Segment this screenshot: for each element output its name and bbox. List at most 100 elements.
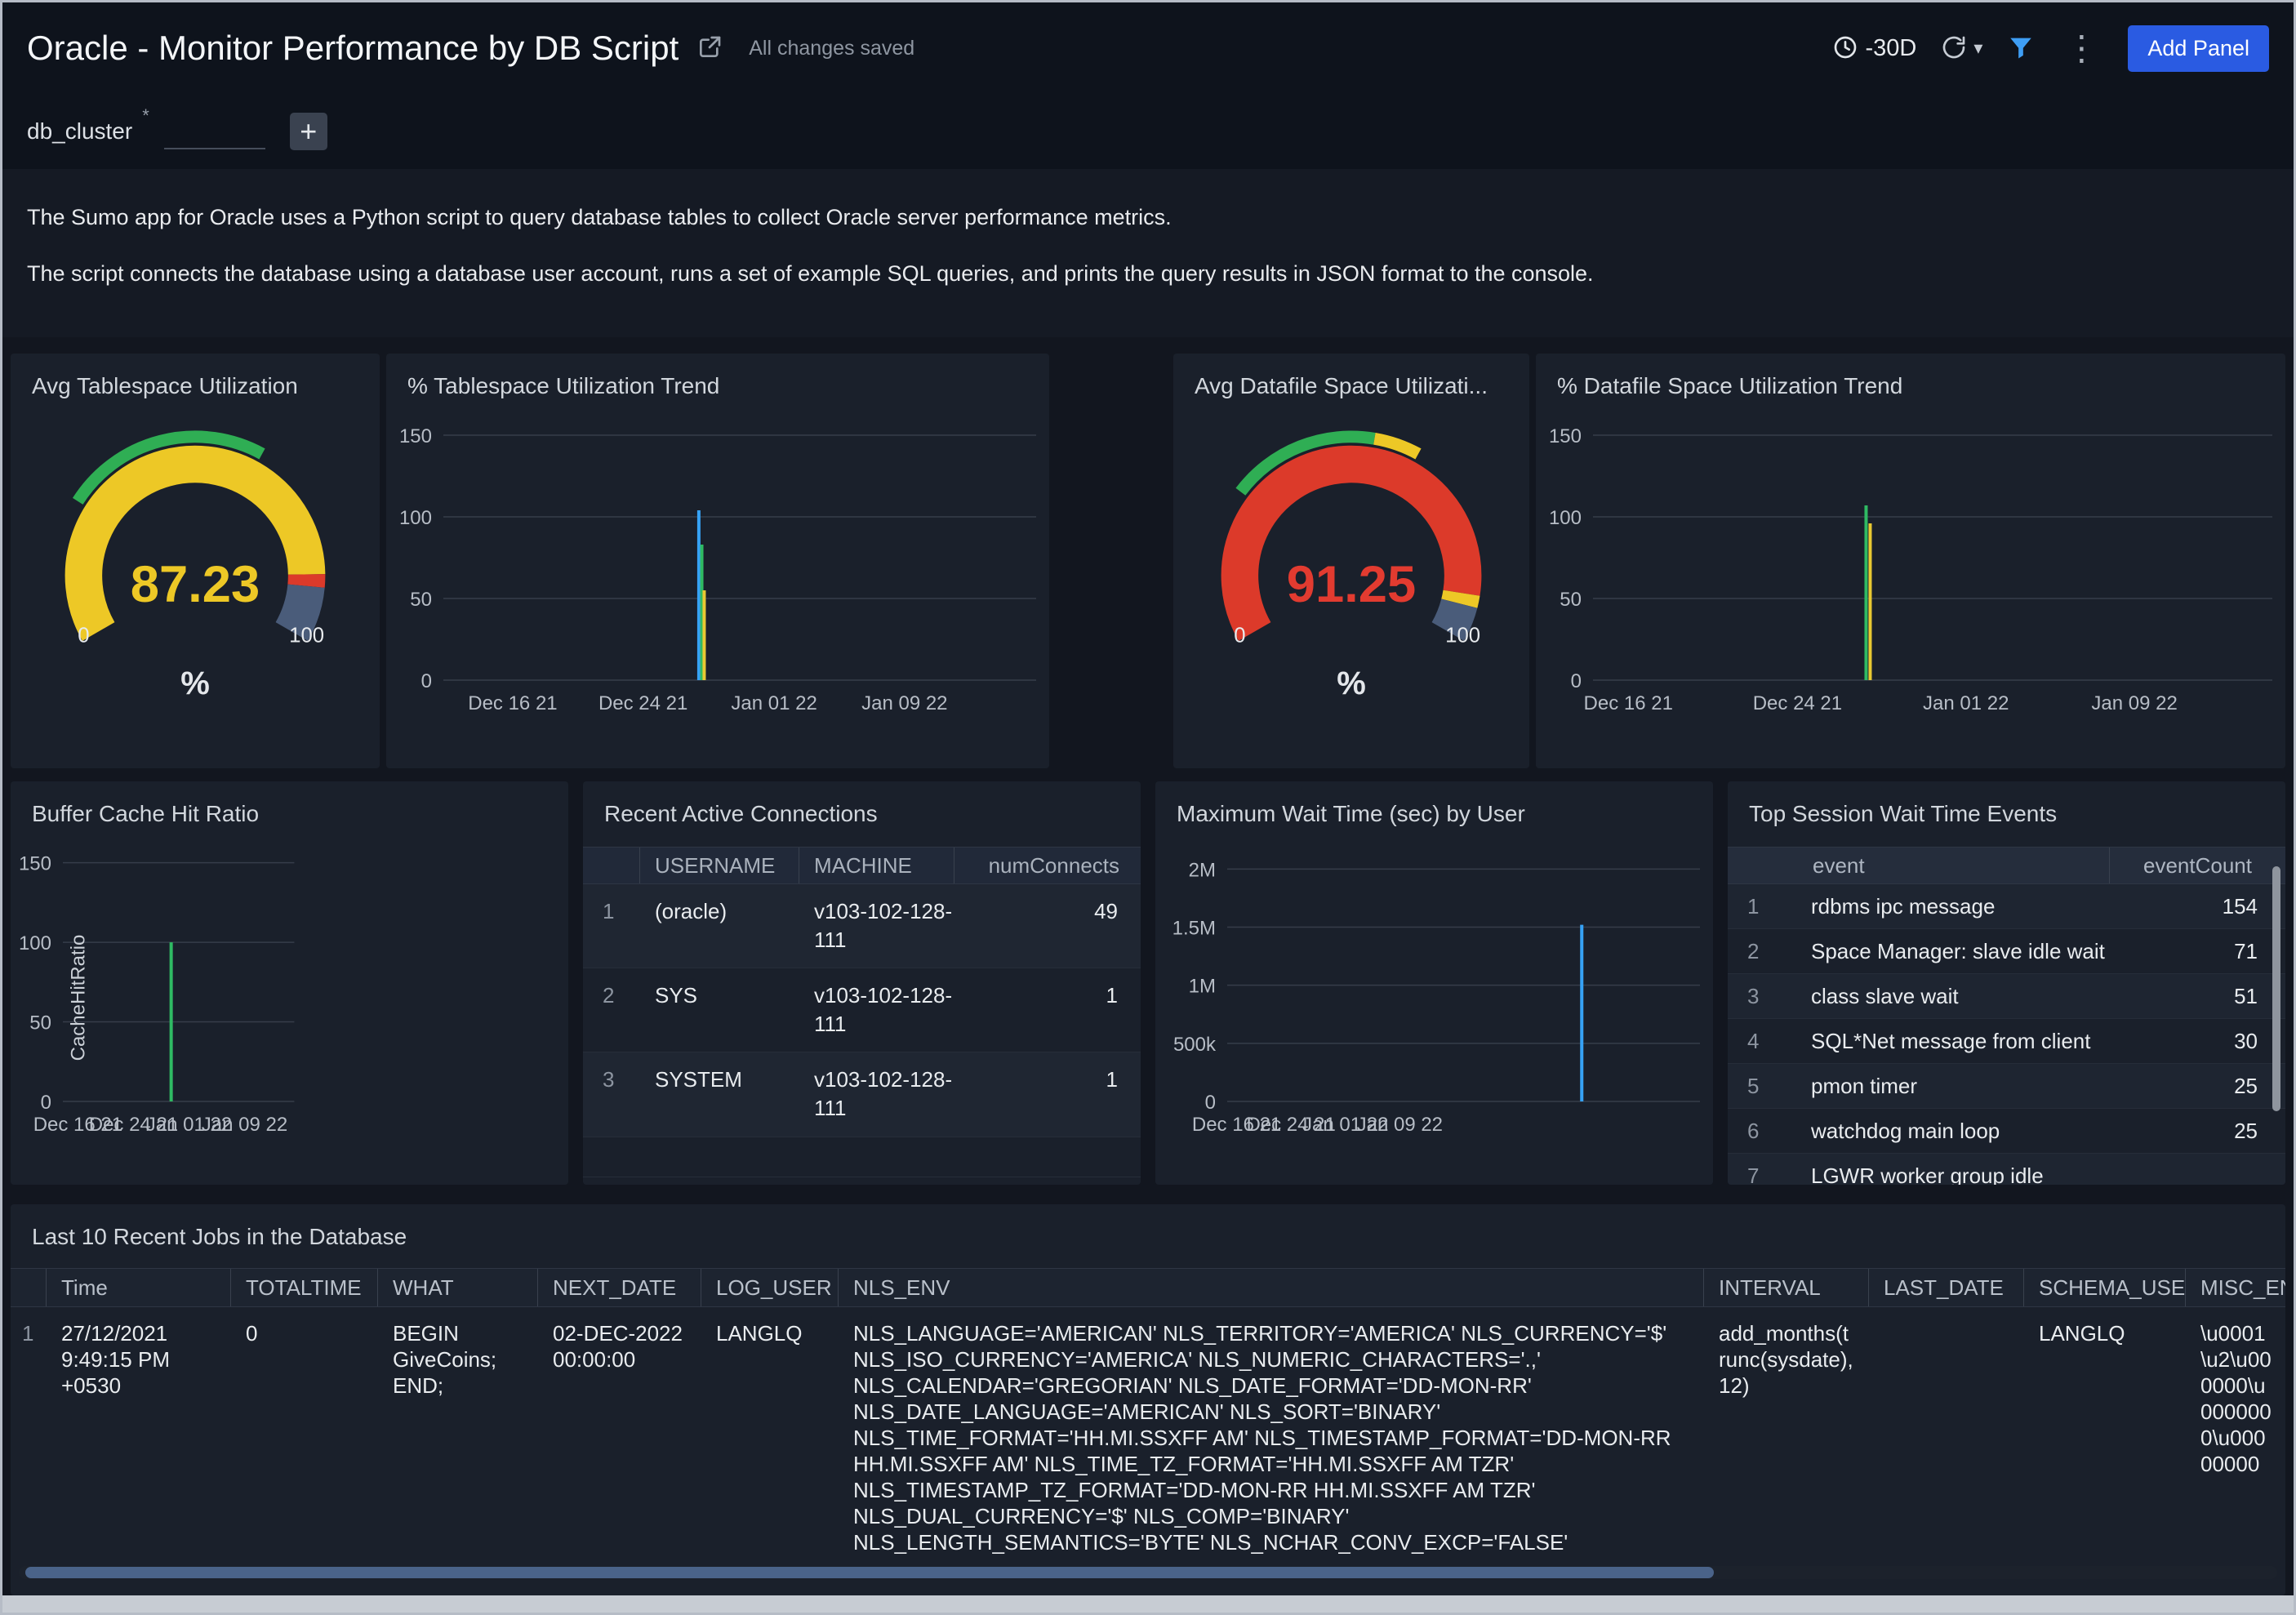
username-cell: SYSTEM	[655, 1067, 742, 1092]
table-header: USERNAME MACHINE numConnects	[583, 847, 1141, 884]
event-cell: Space Manager: slave idle wait	[1811, 939, 2105, 963]
panel-title: Recent Active Connections	[604, 801, 878, 826]
dashboard-window: Oracle - Monitor Performance by DB Scrip…	[0, 0, 2296, 1615]
more-options-kebab-icon[interactable]: ⋮	[2059, 30, 2103, 66]
row-index: 2	[603, 983, 615, 1008]
filter-button[interactable]	[2007, 33, 2035, 64]
username-cell: (oracle)	[655, 899, 728, 923]
svg-text:Dec 16 21: Dec 16 21	[1584, 692, 1673, 714]
last-date-cell	[1869, 1307, 2024, 1555]
table-row: 5 pmon timer 25	[1728, 1064, 2285, 1109]
event-cell: SQL*Net message from client	[1811, 1029, 2091, 1053]
misc-env-cell: \u0001\u2\u000000\u0000000\u00000000	[2200, 1321, 2272, 1476]
jobs-column-header	[11, 1269, 47, 1306]
table-row: 3 SYSTEM v103-102-128-111 1	[583, 1052, 1141, 1137]
gauge-unit-label: %	[1337, 665, 1366, 702]
column-header: MACHINE	[799, 848, 954, 883]
panel-title: Maximum Wait Time (sec) by User	[1177, 801, 1525, 826]
jobs-column-header: WHAT	[378, 1269, 538, 1306]
svg-text:100: 100	[399, 507, 432, 529]
machine-cell: v103-102-128-111	[814, 1067, 953, 1121]
datafile-gauge[interactable]: 0 100 91.25	[1190, 427, 1513, 651]
eventcount-cell: 25	[2234, 1119, 2258, 1143]
tablespace-gauge[interactable]: 0 100 87.23	[33, 427, 357, 651]
row-index: 7	[1747, 1163, 1760, 1185]
row-index: 4	[1747, 1029, 1760, 1053]
panel-last-10-recent-jobs: Last 10 Recent Jobs in the Database Time…	[11, 1204, 2285, 1595]
time-cell: 27/12/2021 9:49:15 PM +0530	[61, 1321, 170, 1398]
tablespace-trend-chart[interactable]: 0 50 100 150 Dec 16 21 Dec 24 21 Jan 01 22 Jan …	[386, 411, 1049, 718]
dashboard-description: The Sumo app for Oracle uses a Python sc…	[2, 169, 2294, 337]
horizontal-scrollbar-track[interactable]	[19, 1566, 2277, 1579]
panel-title: Top Session Wait Time Events	[1749, 801, 2058, 826]
line-chart-svg: 0500k1M1.5M2MDec 16 21Dec 24 21Jan 01 22…	[1172, 859, 1700, 1136]
max-wait-chart[interactable]: 0 500k 1M 1.5M 2M Dec 16 21 Dec 24 21 Jan 01 22…	[1155, 839, 1713, 1139]
column-header: event	[1813, 853, 1865, 878]
horizontal-scrollbar-thumb[interactable]	[25, 1567, 1714, 1578]
row-index: 1	[603, 899, 615, 923]
row-index: 2	[1747, 939, 1760, 963]
jobs-column-header: NEXT_DATE	[538, 1269, 701, 1306]
panel-title: % Datafile Space Utilization Trend	[1557, 373, 1903, 398]
eventcount-cell: 51	[2234, 984, 2258, 1008]
jobs-table: Time TOTALTIME WHAT NEXT_DATE LOG_USER NLS_EN…	[11, 1268, 2285, 1555]
what-cell: BEGIN GiveCoins; END;	[393, 1321, 497, 1398]
table-body: 1 rdbms ipc message 154 2 Space Manager: sla…	[1728, 884, 2285, 1185]
svg-text:Jan 01 22: Jan 01 22	[1923, 692, 2009, 714]
column-header: USERNAME	[640, 848, 799, 883]
share-icon	[696, 34, 723, 63]
svg-text:0: 0	[1234, 624, 1245, 647]
numconnects-cell: 49	[1094, 899, 1118, 923]
machine-cell: v103-102-128-111	[814, 899, 953, 953]
gauge-unit-label: %	[180, 665, 210, 702]
svg-text:Jan 01 22: Jan 01 22	[731, 692, 817, 714]
svg-text:100: 100	[1445, 624, 1480, 647]
eventcount-cell: 154	[2222, 894, 2258, 919]
add-filter-button[interactable]: +	[289, 113, 327, 150]
table-header: Time TOTALTIME WHAT NEXT_DATE LOG_USER NLS_EN…	[11, 1268, 2285, 1307]
event-cell: class slave wait	[1811, 984, 1959, 1008]
description-paragraph: The script connects the database using a…	[27, 261, 1594, 287]
vertical-scrollbar-thumb[interactable]	[2272, 866, 2280, 1111]
panel-recent-active-connections: Recent Active Connections USERNAME MACHI…	[583, 781, 1141, 1185]
jobs-column-header: SCHEMA_USER	[2024, 1269, 2186, 1306]
panel-row-1: Avg Tablespace Utilization 0 100 87.23 % %…	[11, 354, 2285, 768]
eventcount-cell: 71	[2234, 939, 2258, 963]
row-index: 6	[1747, 1119, 1760, 1143]
row-index: 3	[1747, 984, 1760, 1008]
dashboard-header: Oracle - Monitor Performance by DB Scrip…	[2, 2, 2294, 94]
numconnects-cell: 1	[1106, 983, 1118, 1008]
svg-text:2M: 2M	[1189, 859, 1216, 881]
buffer-cache-chart[interactable]: 0 50 100 150 Dec 16 21 Dec 24 21 Jan 01 22 Jan …	[11, 839, 568, 1139]
svg-text:150: 150	[1549, 425, 1582, 447]
svg-text:Jan 09 22: Jan 09 22	[2091, 692, 2177, 714]
svg-text:Jan 09 22: Jan 09 22	[1357, 1114, 1443, 1136]
page-title: Oracle - Monitor Performance by DB Scrip…	[27, 29, 679, 67]
eventcount-cell	[2109, 1154, 2285, 1185]
panel-tablespace-utilization-trend: % Tablespace Utilization Trend 0 50 100 150…	[386, 354, 1049, 768]
panel-avg-tablespace-utilization: Avg Tablespace Utilization 0 100 87.23 %	[11, 354, 380, 768]
window-bottom-scrollbar[interactable]	[2, 1595, 2294, 1613]
event-cell: watchdog main loop	[1811, 1119, 2000, 1143]
table-header: event eventCount	[1728, 847, 2285, 884]
description-paragraph: The Sumo app for Oracle uses a Python sc…	[27, 205, 1172, 229]
filter-bar: db_cluster * +	[2, 94, 2294, 169]
db-cluster-input[interactable]	[163, 113, 265, 149]
row-index: 5	[1747, 1074, 1760, 1098]
table-body: 1 (oracle) v103-102-128-111 49 2 SYS v103-102-…	[583, 884, 1141, 1137]
line-chart-svg: 050100150Dec 16 21Dec 24 21Jan 01 22Jan …	[19, 853, 295, 1136]
gauge-svg: 0 100 91.25	[1221, 430, 1482, 647]
line-chart-svg: 050100150Dec 16 21Dec 24 21Jan 01 22Jan …	[399, 425, 1036, 714]
share-button[interactable]	[696, 34, 723, 63]
panel-title: % Tablespace Utilization Trend	[407, 373, 720, 398]
chevron-down-icon: ▾	[1973, 38, 1983, 58]
add-panel-button[interactable]: Add Panel	[2128, 24, 2269, 72]
svg-text:50: 50	[29, 1012, 51, 1034]
svg-text:100: 100	[19, 932, 51, 954]
panel-maximum-wait-time: Maximum Wait Time (sec) by User 0 500k 1M 1…	[1155, 781, 1713, 1185]
datafile-trend-chart[interactable]: 0 50 100 150 Dec 16 21 Dec 24 21 Jan 01 22 Jan …	[1536, 411, 2285, 718]
wait-events-table: event eventCount 1 rdbms ipc message 154 2 S…	[1728, 847, 2285, 1185]
time-range-button[interactable]: -30D	[1832, 34, 1916, 63]
refresh-button[interactable]: ▾	[1941, 34, 1982, 63]
clock-icon	[1832, 34, 1858, 63]
